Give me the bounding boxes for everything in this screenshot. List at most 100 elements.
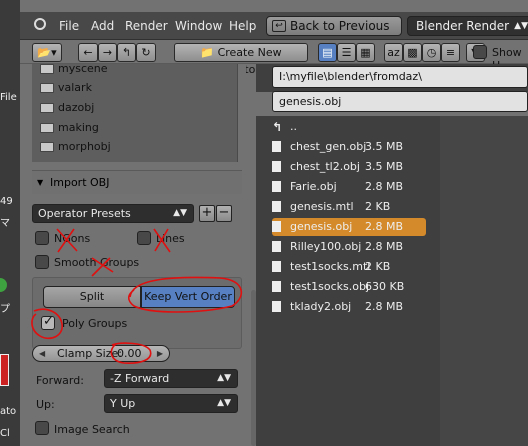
directory-path-field[interactable]: I:\myfile\blender\fromdaz\ bbox=[272, 66, 528, 88]
render-engine-value: Blender Render bbox=[416, 19, 510, 33]
folder-icon bbox=[40, 123, 54, 133]
filename-field[interactable]: genesis.obj bbox=[272, 91, 528, 112]
create-new-directory-button[interactable]: 📁 Create New Directory bbox=[174, 43, 308, 76]
up-axis-value: Y Up bbox=[110, 397, 136, 410]
forward-label: Forward: bbox=[36, 374, 84, 387]
file-icon bbox=[272, 241, 281, 252]
import-obj-panel-header[interactable]: ▼ Import OBJ bbox=[32, 170, 242, 194]
decrement-arrow-icon[interactable]: ◀ bbox=[39, 346, 45, 361]
desktop-text-cl: Cl bbox=[0, 428, 10, 439]
file-size: 2 KB bbox=[365, 200, 391, 213]
clamp-size-field[interactable]: ◀ Clamp Size: 0.00 ▶ bbox=[32, 345, 170, 362]
left-panel: myscene valark dazobj making morphobj ▼ … bbox=[20, 62, 246, 446]
file-row[interactable]: tklady2.obj 2.8 MB bbox=[272, 298, 426, 316]
menu-render[interactable]: Render bbox=[125, 19, 168, 33]
file-row[interactable]: test1socks.mtl 2 KB bbox=[272, 258, 426, 276]
file-name: test1socks.mtl bbox=[290, 260, 371, 273]
image-search-checkbox[interactable] bbox=[35, 421, 49, 435]
chevron-updown-icon: ▲▼ bbox=[217, 373, 231, 383]
import-obj-title: Import OBJ bbox=[50, 176, 110, 189]
file-icon bbox=[272, 201, 281, 212]
desktop-red-icon bbox=[0, 354, 9, 386]
chevron-updown-icon: ▲▼ bbox=[173, 208, 187, 218]
sort-ext-icon[interactable]: ▩ bbox=[403, 43, 422, 62]
file-name: Farie.obj bbox=[290, 180, 337, 193]
operator-presets-value: Operator Presets bbox=[38, 207, 131, 220]
menu-add[interactable]: Add bbox=[91, 19, 114, 33]
file-size: 630 KB bbox=[365, 280, 405, 293]
folder-icon bbox=[40, 103, 54, 113]
file-icon bbox=[272, 141, 281, 152]
new-folder-icon: 📁 bbox=[200, 46, 215, 59]
blender-file-browser: File Add Render Window Help ↩ Back to Pr… bbox=[20, 0, 528, 446]
up-label: Up: bbox=[36, 398, 55, 411]
file-name: test1socks.obj bbox=[290, 280, 369, 293]
sort-size-icon[interactable]: ≡ bbox=[441, 43, 460, 62]
lines-checkbox[interactable] bbox=[137, 231, 151, 245]
file-icon bbox=[272, 181, 281, 192]
up-axis-select[interactable]: Y Up ▲▼ bbox=[104, 394, 238, 413]
poly-groups-checkbox[interactable]: ✓ bbox=[41, 314, 55, 330]
file-name: genesis.obj bbox=[290, 220, 353, 233]
file-size: 2.8 MB bbox=[365, 300, 404, 313]
file-row[interactable]: Farie.obj 2.8 MB bbox=[272, 178, 426, 196]
folder-item[interactable]: valark bbox=[38, 79, 92, 97]
file-row[interactable]: chest_tl2.obj 3.5 MB bbox=[272, 158, 426, 176]
file-row-selected[interactable]: genesis.obj 2.8 MB bbox=[272, 218, 426, 236]
back-to-previous-button[interactable]: ↩ Back to Previous bbox=[266, 16, 402, 36]
file-row[interactable]: chest_gen.obj 3.5 MB bbox=[272, 138, 426, 156]
folder-item[interactable]: making bbox=[38, 119, 99, 137]
file-size: 3.5 MB bbox=[365, 160, 404, 173]
file-icon bbox=[272, 161, 281, 172]
sort-time-icon[interactable]: ◷ bbox=[422, 43, 441, 62]
add-preset-button[interactable]: + bbox=[199, 205, 215, 222]
short-list-icon[interactable]: ▤ bbox=[318, 43, 337, 62]
parent-directory-label: .. bbox=[290, 120, 297, 133]
operator-presets-select[interactable]: Operator Presets ▲▼ bbox=[32, 204, 194, 223]
smooth-groups-label: Smooth Groups bbox=[54, 256, 140, 269]
folder-label: valark bbox=[58, 81, 92, 94]
file-list: ↰ .. chest_gen.obj 3.5 MB chest_tl2.obj 3.5… bbox=[256, 116, 528, 446]
increment-arrow-icon[interactable]: ▶ bbox=[157, 346, 163, 361]
file-row[interactable]: genesis.mtl 2 KB bbox=[272, 198, 426, 216]
folder-label: dazobj bbox=[58, 101, 95, 114]
file-icon bbox=[272, 261, 281, 272]
render-engine-select[interactable]: Blender Render ▲▼ bbox=[407, 16, 528, 36]
thumbnails-icon[interactable]: ▦ bbox=[356, 43, 375, 62]
show-hidden-checkbox[interactable] bbox=[473, 45, 487, 59]
file-row[interactable]: Rilley100.obj 2.8 MB bbox=[272, 238, 426, 256]
file-name: genesis.mtl bbox=[290, 200, 354, 213]
parent-directory-row[interactable]: ↰ .. bbox=[272, 118, 426, 136]
lines-label: Lines bbox=[156, 232, 185, 245]
checkmark-icon: ✓ bbox=[43, 314, 54, 329]
folder-item[interactable]: morphobj bbox=[38, 138, 111, 156]
smooth-groups-checkbox[interactable] bbox=[35, 255, 49, 269]
file-row[interactable]: test1socks.obj 630 KB bbox=[272, 278, 426, 296]
keep-vert-order-toggle[interactable]: Keep Vert Order bbox=[141, 286, 235, 308]
refresh-icon[interactable]: ↻ bbox=[136, 43, 156, 62]
split-toggle[interactable]: Split bbox=[43, 286, 141, 308]
folder-icon bbox=[40, 64, 54, 74]
folder-item[interactable]: myscene bbox=[38, 60, 108, 78]
chevron-updown-icon: ▲▼ bbox=[217, 398, 231, 408]
file-size: 2 KB bbox=[365, 260, 391, 273]
image-search-label: Image Search bbox=[54, 423, 130, 436]
file-icon bbox=[272, 221, 281, 232]
parent-dir-arrow-icon: ↰ bbox=[272, 120, 283, 134]
ngons-checkbox[interactable] bbox=[35, 231, 49, 245]
long-list-icon[interactable]: ☰ bbox=[337, 43, 356, 62]
blender-logo-icon[interactable] bbox=[34, 18, 46, 30]
desktop-text-pu: プ bbox=[0, 304, 10, 315]
forward-axis-select[interactable]: -Z Forward ▲▼ bbox=[104, 369, 238, 388]
file-icon bbox=[272, 281, 281, 292]
file-name: tklady2.obj bbox=[290, 300, 352, 313]
poly-groups-label: Poly Groups bbox=[62, 317, 128, 330]
folder-item[interactable]: dazobj bbox=[38, 99, 94, 117]
desktop-edge: File 49 マ プ ato Cl bbox=[0, 0, 20, 446]
parent-dir-icon[interactable]: ↰ bbox=[117, 43, 136, 62]
remove-preset-button[interactable]: − bbox=[216, 205, 232, 222]
menu-help[interactable]: Help bbox=[229, 19, 256, 33]
menu-window[interactable]: Window bbox=[175, 19, 222, 33]
menu-file[interactable]: File bbox=[59, 19, 79, 33]
sort-alpha-icon[interactable]: az bbox=[384, 43, 403, 62]
